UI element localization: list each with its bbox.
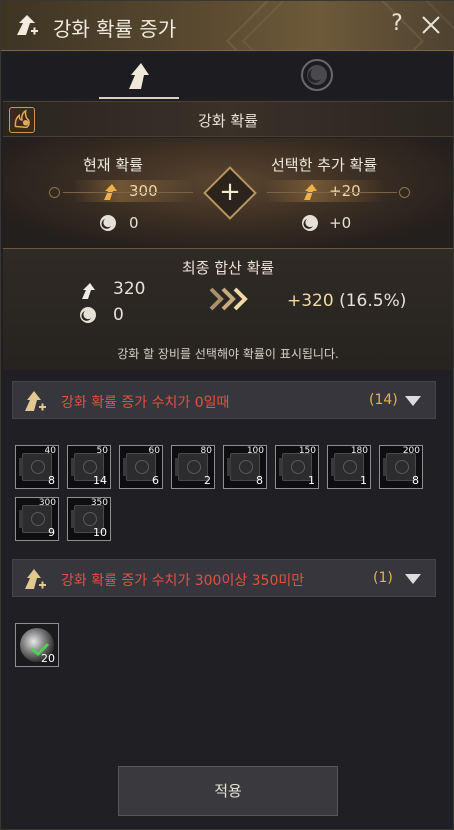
final-title: 최종 합산 확률 <box>181 259 275 277</box>
moon-icon <box>302 215 318 231</box>
final-result: +320 (16.5%) <box>287 291 406 311</box>
moon-icon <box>80 307 96 323</box>
chevron-down-icon <box>405 574 421 584</box>
added-moon-value: +0 <box>329 214 352 232</box>
item-slot[interactable]: 350 10 <box>67 497 111 541</box>
moon-icon <box>100 215 116 231</box>
added-enhance-value: +20 <box>329 182 361 200</box>
current-moon-value: 0 <box>129 214 139 232</box>
enhance-arrow-plus-icon <box>25 391 46 411</box>
tab-selected-indicator <box>99 97 179 99</box>
window-title: 강화 확률 증가 <box>53 17 177 41</box>
item-slot[interactable]: 50 14 <box>67 445 111 489</box>
final-moon-value: 0 <box>113 305 124 325</box>
section-title: 강화 확률 <box>198 112 258 130</box>
current-enhance-value: 300 <box>129 182 158 200</box>
divider-left <box>63 192 193 193</box>
item-value: 300 <box>38 498 56 508</box>
probability-panel: 현재 확률 선택한 추가 확률 300 +20 0 +0 + <box>3 138 453 248</box>
close-icon[interactable] <box>419 11 443 39</box>
item-slot[interactable]: 40 8 <box>15 445 59 489</box>
item-count: 14 <box>93 474 107 487</box>
final-enhance-value: 320 <box>113 279 146 299</box>
chevron-down-icon <box>405 396 421 406</box>
enhance-arrow-icon <box>17 15 38 35</box>
item-slot[interactable]: 180 1 <box>327 445 371 489</box>
item-value: 180 <box>350 446 368 456</box>
added-probability-label: 선택한 추가 확률 <box>271 156 378 174</box>
hint-text: 강화 할 장비를 선택해야 확률이 표시됩니다. <box>117 347 339 361</box>
tab-bar <box>3 53 453 99</box>
item-count: 1 <box>360 474 367 487</box>
item-slot[interactable]: 80 2 <box>171 445 215 489</box>
item-count: 8 <box>48 474 55 487</box>
added-highlight <box>265 180 385 202</box>
ornament-left <box>49 187 60 198</box>
item-value: 100 <box>246 446 264 456</box>
item-count: 8 <box>412 474 419 487</box>
item-count: 1 <box>308 474 315 487</box>
final-probability-panel: 최종 합산 확률 320 0 +320 (16.5%) 강화 할 장비를 선택해… <box>3 248 453 370</box>
title-bar: 강화 확률 증가 ? <box>1 1 454 51</box>
enhance-arrow-icon <box>82 283 95 299</box>
group-header-1[interactable]: 강화 확률 증가 수치가 300이상 350미만 (1) <box>12 559 436 597</box>
current-probability-label: 현재 확률 <box>83 156 143 174</box>
item-value: 150 <box>298 446 316 456</box>
tab-moon[interactable] <box>277 53 357 99</box>
apply-button[interactable]: 적용 <box>118 766 338 816</box>
item-slot[interactable]: 150 1 <box>275 445 319 489</box>
item-count: 9 <box>48 526 55 539</box>
divider-right <box>267 192 397 193</box>
item-count: 20 <box>41 652 55 665</box>
section-header: 강화 확률 <box>3 101 453 137</box>
group-header-0[interactable]: 강화 확률 증가 수치가 0일때 (14) <box>12 381 436 419</box>
item-count: 8 <box>256 474 263 487</box>
group-count: (14) <box>369 392 398 408</box>
item-value: 60 <box>148 446 160 456</box>
ornament-right <box>399 187 410 198</box>
chevrons-right-icon <box>209 287 248 311</box>
final-result-percent: (16.5%) <box>339 291 407 311</box>
item-count: 10 <box>93 526 107 539</box>
plus-icon: + <box>219 177 241 207</box>
item-value: 80 <box>200 446 212 456</box>
item-value: 50 <box>96 446 108 456</box>
item-count: 6 <box>152 474 159 487</box>
item-count: 2 <box>204 474 211 487</box>
tab-enhance[interactable] <box>99 53 179 99</box>
group-label: 강화 확률 증가 수치가 300이상 350미만 <box>61 573 305 589</box>
item-value: 200 <box>402 446 420 456</box>
enhance-probability-window: 강화 확률 증가 ? 강화 확률 현재 확률 선택한 추가 확률 300 +20… <box>0 0 454 830</box>
item-slot[interactable]: 60 6 <box>119 445 163 489</box>
help-button[interactable]: ? <box>385 11 409 39</box>
enhance-arrow-plus-icon <box>25 569 46 589</box>
item-slot-selected[interactable]: 20 <box>15 623 59 667</box>
item-value: 350 <box>90 498 108 508</box>
item-slot[interactable]: 200 8 <box>379 445 423 489</box>
item-value: 40 <box>44 446 56 456</box>
item-slot[interactable]: 100 8 <box>223 445 267 489</box>
item-slot[interactable]: 300 9 <box>15 497 59 541</box>
final-result-value: +320 <box>287 291 334 311</box>
group-count: (1) <box>373 570 393 586</box>
group-label: 강화 확률 증가 수치가 0일때 <box>61 395 230 411</box>
enhance-arrow-icon <box>129 63 149 89</box>
moon-icon <box>301 59 333 91</box>
